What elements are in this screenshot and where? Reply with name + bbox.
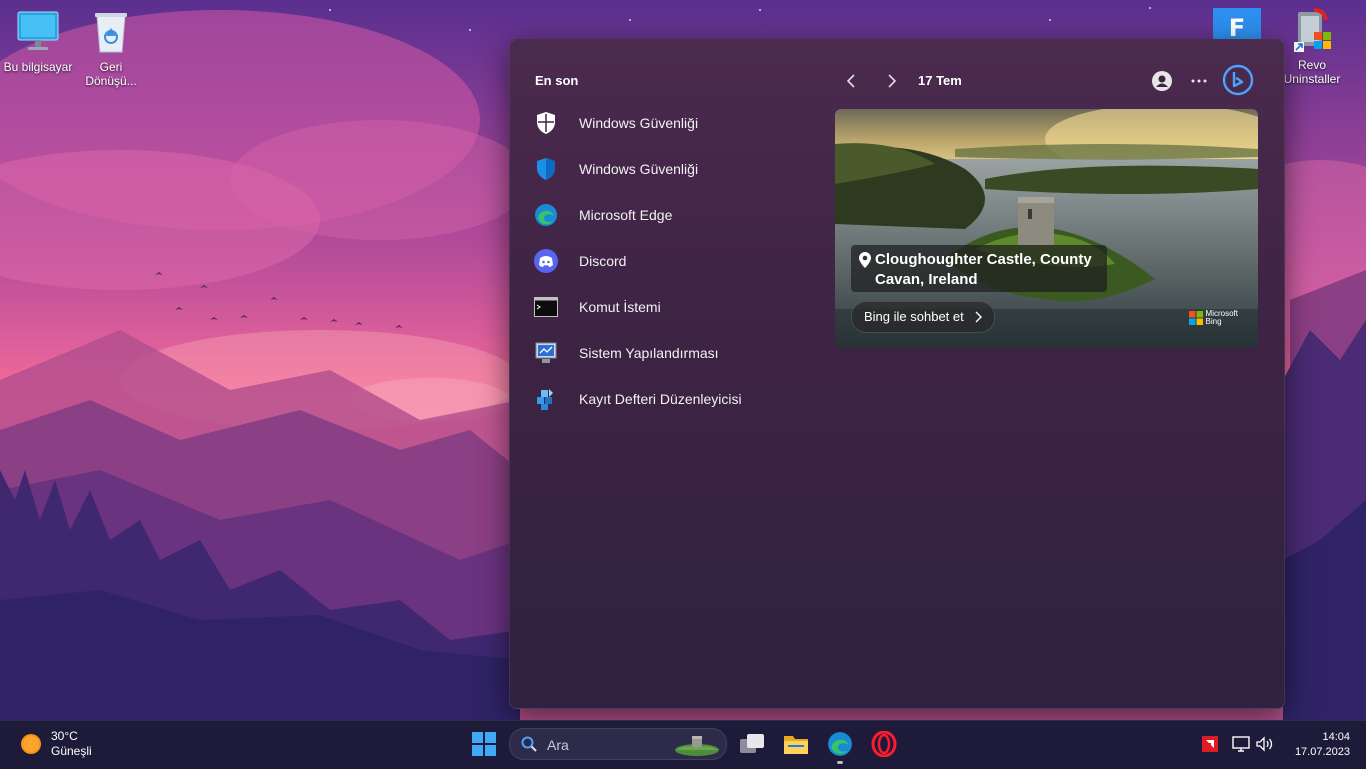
chevron-right-icon xyxy=(975,311,982,323)
user-icon xyxy=(1152,71,1172,91)
recent-item-label: Discord xyxy=(579,253,627,269)
recent-item-windows-security[interactable]: Windows Güvenliği xyxy=(534,100,814,146)
account-button[interactable] xyxy=(1149,68,1175,94)
terminal-icon xyxy=(534,295,558,319)
search-input[interactable] xyxy=(545,729,669,761)
recent-item-label: Sistem Yapılandırması xyxy=(579,345,719,361)
widgets-panel: En son 17 Tem Windows Güvenliği Windows … xyxy=(509,39,1285,709)
clock[interactable]: 14:04 17.07.2023 xyxy=(1288,730,1350,760)
folder-icon xyxy=(784,736,808,754)
recycle-bin-icon xyxy=(87,10,135,54)
desktop-icon-fortnite[interactable]: F xyxy=(1213,8,1261,39)
recent-item-windows-security[interactable]: Windows Güvenliği xyxy=(534,146,814,192)
weather-temperature: 30°C xyxy=(51,729,78,743)
windows-logo-icon xyxy=(472,732,496,756)
weather-description: Güneşli xyxy=(51,744,92,758)
task-view-button[interactable] xyxy=(737,729,767,759)
brand-line-2: Bing xyxy=(1205,317,1222,326)
bing-chat-button[interactable] xyxy=(1222,64,1254,96)
more-options-button[interactable] xyxy=(1186,68,1212,94)
microsoft-bing-logo: Microsoft Bing xyxy=(1188,310,1238,326)
recent-item-label: Kayıt Defteri Düzenleyicisi xyxy=(579,391,742,407)
bing-icon xyxy=(1222,64,1254,96)
more-horizontal-icon xyxy=(1191,79,1207,83)
running-indicator xyxy=(837,761,843,764)
section-title: En son xyxy=(535,73,579,88)
chevron-left-icon xyxy=(846,74,855,88)
opera-icon xyxy=(871,731,897,757)
shield-blue-icon xyxy=(534,157,558,181)
bing-chat-link-button[interactable]: Bing ile sohbet et xyxy=(851,301,995,333)
location-box[interactable]: Cloughoughter Castle, County Cavan, Irel… xyxy=(851,245,1107,292)
clock-date: 17.07.2023 xyxy=(1294,746,1350,758)
weather-widget[interactable]: 30°C Güneşli xyxy=(20,729,92,759)
opera-taskbar-button[interactable] xyxy=(869,729,899,759)
desktop-icon-revo-uninstaller[interactable]: Revo Uninstaller xyxy=(1274,8,1350,86)
recent-apps-list: Windows Güvenliği Windows Güvenliği Micr… xyxy=(534,100,814,422)
amd-icon xyxy=(1202,736,1218,752)
taskbar-search[interactable] xyxy=(509,728,727,761)
recent-item-microsoft-edge[interactable]: Microsoft Edge xyxy=(534,192,814,238)
file-explorer-button[interactable] xyxy=(781,729,811,759)
recent-item-label: Microsoft Edge xyxy=(579,207,673,223)
edge-icon xyxy=(534,203,558,227)
clock-time: 14:04 xyxy=(1322,731,1350,743)
system-config-icon xyxy=(534,341,558,365)
registry-icon xyxy=(534,387,558,411)
taskbar: 30°C Güneşli Ara 14:04 17.07.2023 xyxy=(0,720,1366,769)
next-button[interactable] xyxy=(878,68,904,94)
recent-item-label: Komut İstemi xyxy=(579,299,661,315)
amd-tray-icon-button[interactable] xyxy=(1195,729,1225,759)
chevron-right-icon xyxy=(888,74,897,88)
recent-item-system-configuration[interactable]: Sistem Yapılandırması xyxy=(534,330,814,376)
discord-icon xyxy=(534,249,558,273)
edge-icon xyxy=(828,732,852,756)
recent-item-label: Windows Güvenliği xyxy=(579,115,699,131)
shield-white-icon xyxy=(534,111,558,135)
desktop-icon-label: Geri Dönüşü... xyxy=(85,60,137,88)
volume-tray-button[interactable] xyxy=(1250,729,1280,759)
search-icon xyxy=(521,736,537,752)
bing-image-card[interactable]: Cloughoughter Castle, County Cavan, Irel… xyxy=(835,109,1258,348)
desktop-icon-recycle-bin[interactable]: Geri Dönüşü... xyxy=(73,10,149,88)
location-text: Cloughoughter Castle, County Cavan, Irel… xyxy=(875,251,1092,288)
network-icon xyxy=(1232,736,1250,752)
location-pin-icon xyxy=(859,252,871,268)
edge-taskbar-button[interactable] xyxy=(825,729,855,764)
sun-icon xyxy=(21,734,41,754)
chat-button-label: Bing ile sohbet et xyxy=(864,309,964,324)
recent-item-label: Windows Güvenliği xyxy=(579,161,699,177)
recent-item-discord[interactable]: Discord xyxy=(534,238,814,284)
desktop-icon-label: Bu bilgisayar xyxy=(3,60,73,74)
revo-uninstaller-icon xyxy=(1288,8,1336,52)
desktop-icon-this-pc[interactable]: Bu bilgisayar xyxy=(0,10,76,74)
search-highlight-icon xyxy=(675,736,719,756)
previous-button[interactable] xyxy=(839,68,865,94)
recent-item-command-prompt[interactable]: Komut İstemi xyxy=(534,284,814,330)
fortnite-icon: F xyxy=(1228,14,1246,39)
volume-icon xyxy=(1256,736,1273,752)
recent-item-registry-editor[interactable]: Kayıt Defteri Düzenleyicisi xyxy=(534,376,814,422)
task-view-icon xyxy=(740,734,764,753)
date-label: 17 Tem xyxy=(918,73,962,88)
microsoft-logo-icon xyxy=(1188,311,1203,325)
desktop-icon-label: Revo Uninstaller xyxy=(1283,58,1341,86)
monitor-icon xyxy=(14,10,62,54)
start-button[interactable] xyxy=(469,729,499,759)
